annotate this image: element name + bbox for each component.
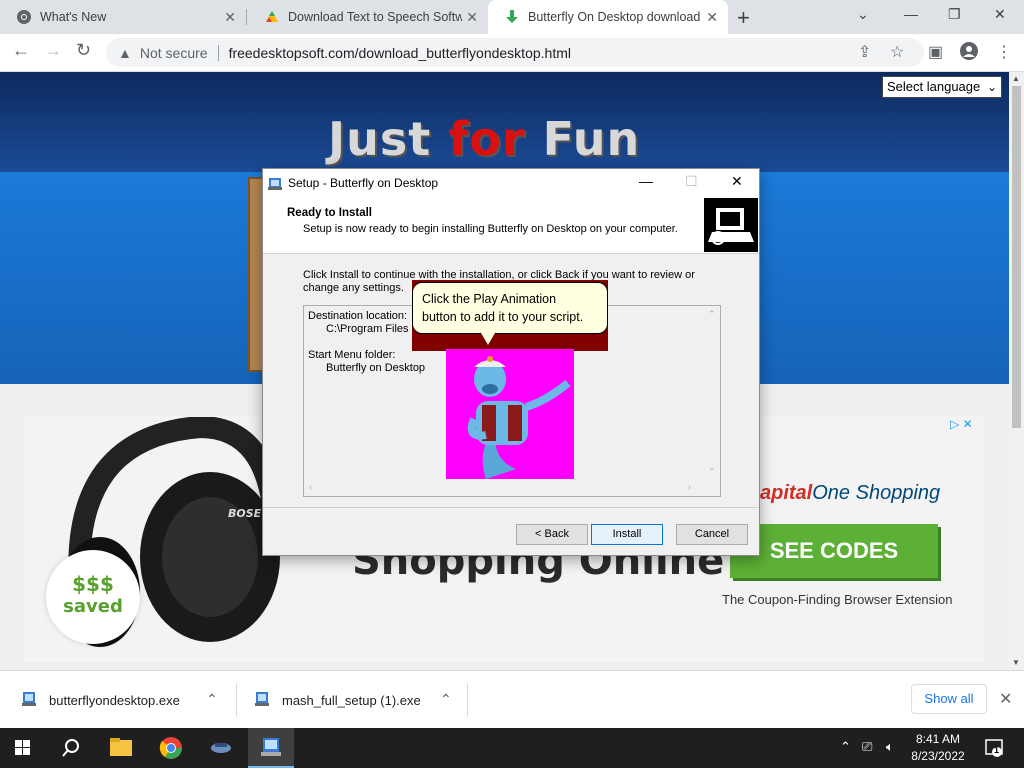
download-filename: mash_full_setup (1).exe — [282, 693, 421, 708]
chrome-taskbar-icon[interactable] — [148, 728, 194, 768]
ad-tagline: The Coupon-Finding Browser Extension — [722, 592, 953, 607]
forward-icon[interactable]: → — [44, 40, 62, 61]
windows-start-icon[interactable] — [0, 728, 46, 768]
installer-icon — [20, 690, 38, 708]
assistant-speech-bubble[interactable]: Click the Play Animation button to add i… — [412, 282, 608, 334]
installer-icon — [253, 690, 271, 708]
new-tab-button[interactable]: + — [737, 5, 750, 31]
start-menu-label: Start Menu folder: — [308, 349, 396, 361]
dialog-subheading: Setup is now ready to begin installing B… — [303, 223, 678, 235]
tab-whats-new[interactable]: What's New ✕ — [0, 0, 246, 34]
windows-taskbar: ⌃ ⎚ 🔈︎ 8:41 AM 8/23/2022 1 — [0, 728, 1024, 768]
drive-icon — [264, 9, 280, 25]
dialog-titlebar[interactable]: Setup - Butterfly on Desktop — ☐ ✕ — [263, 169, 759, 197]
show-all-button[interactable]: Show all — [911, 684, 987, 714]
close-tab-icon[interactable]: ✕ — [224, 10, 236, 24]
see-codes-button[interactable]: SEE CODES — [730, 524, 938, 578]
warning-icon[interactable]: ▲ — [118, 45, 132, 61]
notification-icon[interactable]: 1 — [984, 738, 1004, 758]
tab-search-icon[interactable]: ⌄ — [857, 6, 869, 23]
volume-icon[interactable]: 🔈︎ — [886, 739, 894, 755]
browser-toolbar: ← → ↻ ▲ Not secure freedesktopsoft.com/d… — [0, 34, 1024, 72]
destination-value: C:\Program Files ( — [326, 323, 416, 335]
tab-title: Download Text to Speech Softwa — [288, 10, 462, 24]
install-button[interactable]: Install — [591, 524, 663, 545]
download-icon — [504, 9, 520, 25]
minimize-dialog-button[interactable]: — — [639, 173, 653, 189]
dialog-title: Setup - Butterfly on Desktop — [288, 176, 439, 190]
start-menu-value: Butterfly on Desktop — [326, 362, 426, 374]
dialog-heading: Ready to Install — [287, 207, 372, 219]
more-icon[interactable]: ⋮ — [996, 42, 1012, 62]
profile-icon[interactable] — [960, 42, 978, 65]
maximize-dialog-button: ☐ — [685, 173, 698, 189]
close-tab-icon[interactable]: ✕ — [466, 10, 478, 24]
share-icon[interactable]: ⇪ — [858, 42, 871, 62]
capital-one-logo: apitalOne Shopping — [760, 482, 941, 504]
back-icon[interactable]: ← — [12, 40, 30, 61]
site-headline: Just for Fun — [328, 112, 641, 166]
chevron-up-icon[interactable]: ⌃ — [840, 739, 851, 755]
url-text[interactable]: freedesktopsoft.com/download_butterflyon… — [229, 45, 571, 61]
file-explorer-icon[interactable] — [98, 728, 144, 768]
dialog-header: Ready to Install Setup is now ready to b… — [263, 197, 759, 254]
memo-vertical-scrollbar[interactable]: ⌃ ⌄ — [704, 306, 720, 480]
system-clock[interactable]: 8:41 AM 8/23/2022 — [906, 731, 970, 765]
download-item[interactable]: mash_full_setup (1).exe ⌃ — [237, 671, 467, 729]
chrome-icon — [16, 9, 32, 25]
tab-butterfly[interactable]: Butterfly On Desktop download | ✕ — [488, 0, 728, 34]
destination-label: Destination location: — [308, 310, 408, 322]
language-select[interactable]: Select language ⌄ — [882, 76, 1002, 98]
chevron-up-icon[interactable]: ⌃ — [206, 691, 218, 708]
network-icon[interactable]: ⎚ — [862, 739, 872, 755]
download-item[interactable]: butterflyondesktop.exe ⌃ — [0, 671, 236, 729]
address-bar[interactable]: ▲ Not secure freedesktopsoft.com/downloa… — [106, 38, 924, 67]
memo-horizontal-scrollbar[interactable]: ‹ › — [304, 480, 704, 496]
reload-icon[interactable]: ↻ — [76, 40, 91, 61]
adchoices-icon[interactable]: ▷ ✕ — [950, 417, 973, 431]
svg-text:BOSE: BOSE — [228, 507, 262, 520]
genie-character[interactable] — [446, 349, 574, 479]
tab-title: Butterfly On Desktop download | — [528, 10, 702, 24]
search-icon[interactable] — [48, 728, 94, 768]
cancel-button[interactable]: Cancel — [676, 524, 748, 545]
star-icon[interactable]: ☆ — [890, 42, 904, 62]
computer-icon — [704, 198, 758, 252]
sidepanel-icon[interactable]: ▣ — [928, 42, 943, 62]
close-dialog-button[interactable]: ✕ — [731, 173, 743, 190]
back-button[interactable]: < Back — [516, 524, 588, 545]
close-window-button[interactable]: ✕ — [994, 6, 1006, 23]
chevron-up-icon[interactable]: ⌃ — [440, 691, 452, 708]
close-tab-icon[interactable]: ✕ — [706, 10, 718, 24]
minimize-button[interactable]: — — [904, 6, 918, 22]
download-shelf: butterflyondesktop.exe ⌃ mash_full_setup… — [0, 670, 1024, 728]
tab-title: What's New — [40, 10, 107, 24]
app-taskbar-icon[interactable] — [198, 728, 244, 768]
installer-taskbar-icon[interactable] — [248, 728, 294, 768]
scrollbar-thumb[interactable] — [1012, 86, 1021, 428]
installer-icon — [267, 175, 283, 191]
download-filename: butterflyondesktop.exe — [49, 693, 180, 708]
close-icon[interactable]: ✕ — [999, 689, 1012, 709]
tab-strip: What's New ✕ Download Text to Speech Sof… — [0, 0, 1024, 34]
page-scrollbar[interactable]: ▲ ▼ — [1009, 72, 1024, 670]
restore-button[interactable]: ❐ — [948, 6, 961, 23]
security-label[interactable]: Not secure — [140, 45, 208, 61]
chevron-down-icon: ⌄ — [986, 80, 997, 94]
tab-download-tts[interactable]: Download Text to Speech Softwa ✕ — [248, 0, 488, 34]
savings-badge: $$$ saved — [46, 550, 140, 644]
notification-count: 1 — [994, 745, 1000, 755]
